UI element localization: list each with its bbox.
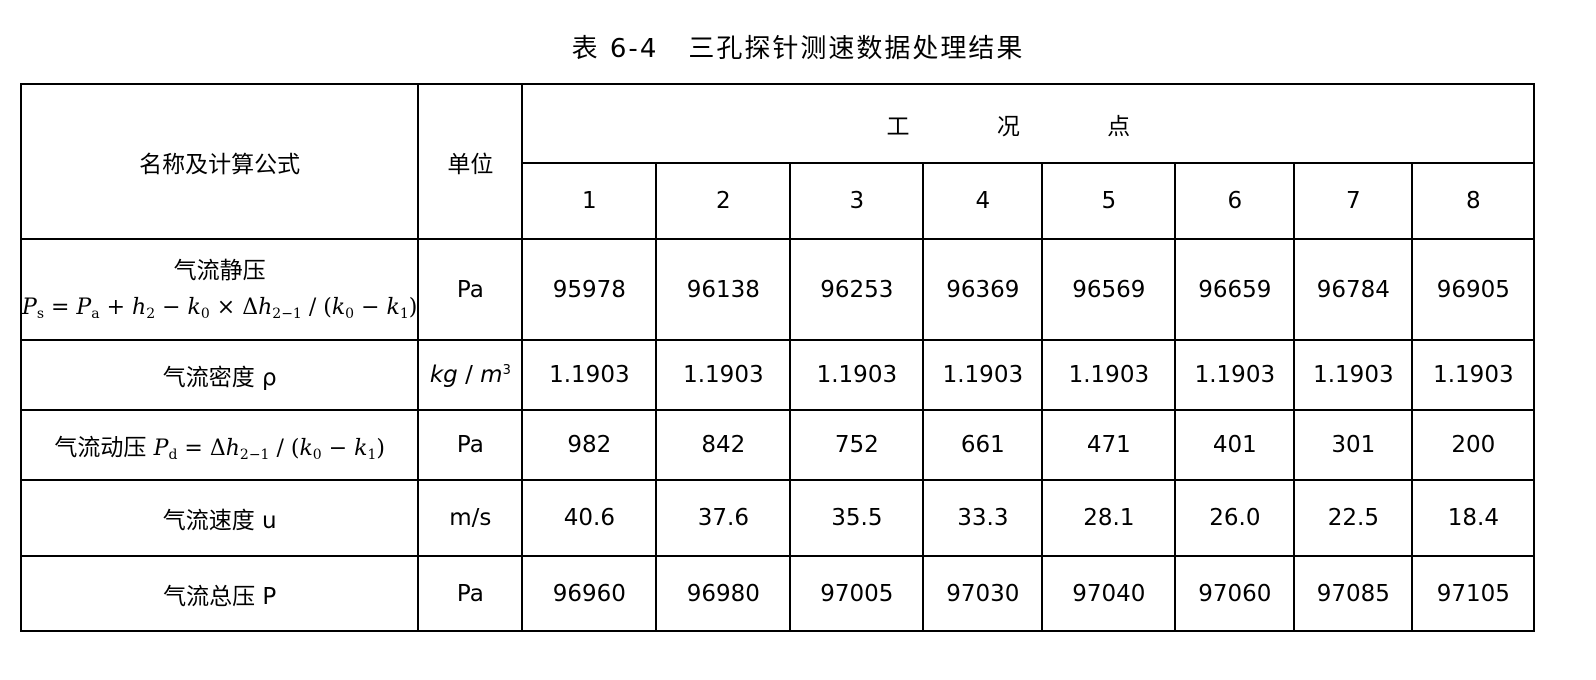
- point-header: 6: [1174, 162, 1296, 240]
- row-label: 气流总压 P: [19, 555, 420, 632]
- row-unit: Pa: [417, 409, 524, 481]
- cell-value: 28.1: [1041, 479, 1177, 557]
- cell-value: 97005: [789, 555, 925, 632]
- row-name-cell: 气流动压 Pd = Δh2−1 / (k0 − k1): [19, 409, 420, 481]
- static-pressure-formula: Ps = Pa + h2 − k0 × Δh2−1 / (k0 − k1): [22, 295, 418, 323]
- header-unit: 单位: [417, 83, 524, 240]
- cell-value: 96569: [1041, 238, 1177, 341]
- cell-value: 401: [1174, 409, 1296, 481]
- cell-value: 661: [922, 409, 1044, 481]
- cell-value: 301: [1293, 409, 1414, 481]
- row-label: 气流密度 ρ: [19, 339, 420, 411]
- cell-value: 96960: [521, 555, 658, 632]
- cell-value: 1.1903: [1041, 339, 1177, 411]
- cell-value: 35.5: [789, 479, 925, 557]
- cell-value: 97105: [1411, 555, 1536, 632]
- cell-value: 752: [789, 409, 925, 481]
- point-header: 4: [922, 162, 1044, 240]
- row-unit: Pa: [417, 555, 524, 632]
- cell-value: 40.6: [521, 479, 658, 557]
- cell-value: 97085: [1293, 555, 1414, 632]
- row-label: 气流动压: [54, 434, 147, 461]
- point-header: 5: [1041, 162, 1177, 240]
- cell-value: 96369: [922, 238, 1044, 341]
- table-row: 气流总压 P Pa 96960 96980 97005 97030 97040 …: [19, 555, 1536, 632]
- cell-value: 1.1903: [922, 339, 1044, 411]
- cell-value: 1.1903: [655, 339, 792, 411]
- table-row: 气流密度 ρ kg / m3 1.1903 1.1903 1.1903 1.19…: [19, 339, 1536, 411]
- cell-value: 97060: [1174, 555, 1296, 632]
- table-caption: 表 6-4 三孔探针测速数据处理结果: [0, 28, 1596, 65]
- cell-value: 37.6: [655, 479, 792, 557]
- row-label: 气流速度 u: [19, 479, 420, 557]
- table-number: 表 6-4: [571, 34, 659, 64]
- cell-value: 1.1903: [1293, 339, 1414, 411]
- point-header: 3: [789, 162, 925, 240]
- row-unit-density: kg / m3: [417, 339, 524, 411]
- cell-value: 97040: [1041, 555, 1177, 632]
- cell-value: 97030: [922, 555, 1044, 632]
- cell-value: 96980: [655, 555, 792, 632]
- results-table: 名称及计算公式 单位 工 况 点 1 2 3 4 5 6 7 8 气流静压 Ps…: [19, 83, 1536, 632]
- cell-value: 96905: [1411, 238, 1536, 341]
- cell-value: 18.4: [1411, 479, 1536, 557]
- header-name: 名称及计算公式: [19, 83, 420, 240]
- cell-value: 982: [521, 409, 658, 481]
- cell-value: 96253: [789, 238, 925, 341]
- cell-value: 1.1903: [789, 339, 925, 411]
- row-label: 气流静压: [173, 258, 266, 285]
- cell-value: 95978: [521, 238, 658, 341]
- cell-value: 1.1903: [1174, 339, 1296, 411]
- row-unit: Pa: [417, 238, 524, 341]
- cell-value: 1.1903: [1411, 339, 1536, 411]
- point-header: 8: [1411, 162, 1536, 240]
- table-title: 三孔探针测速数据处理结果: [688, 34, 1025, 64]
- cell-value: 33.3: [922, 479, 1044, 557]
- cell-value: 96659: [1174, 238, 1296, 341]
- cell-value: 842: [655, 409, 792, 481]
- cell-value: 1.1903: [521, 339, 658, 411]
- table-row: 气流动压 Pd = Δh2−1 / (k0 − k1) Pa 982 842 7…: [19, 409, 1536, 481]
- header-row-1: 名称及计算公式 单位 工 况 点: [19, 83, 1536, 240]
- point-header: 7: [1293, 162, 1414, 240]
- row-unit: m/s: [417, 479, 524, 557]
- cell-value: 22.5: [1293, 479, 1414, 557]
- cell-value: 96138: [655, 238, 792, 341]
- cell-value: 26.0: [1174, 479, 1296, 557]
- row-name-cell: 气流静压 Ps = Pa + h2 − k0 × Δh2−1 / (k0 − k…: [19, 238, 420, 341]
- header-operating-points: 工 况 点: [521, 83, 1536, 164]
- cell-value: 96784: [1293, 238, 1414, 341]
- cell-value: 471: [1041, 409, 1177, 481]
- table-row: 气流速度 u m/s 40.6 37.6 35.5 33.3 28.1 26.0…: [19, 479, 1536, 557]
- dynamic-pressure-formula: Pd = Δh2−1 / (k0 − k1): [153, 435, 385, 463]
- point-header: 2: [655, 162, 792, 240]
- cell-value: 200: [1411, 409, 1536, 481]
- point-header: 1: [521, 162, 658, 240]
- table-row: 气流静压 Ps = Pa + h2 − k0 × Δh2−1 / (k0 − k…: [19, 238, 1536, 341]
